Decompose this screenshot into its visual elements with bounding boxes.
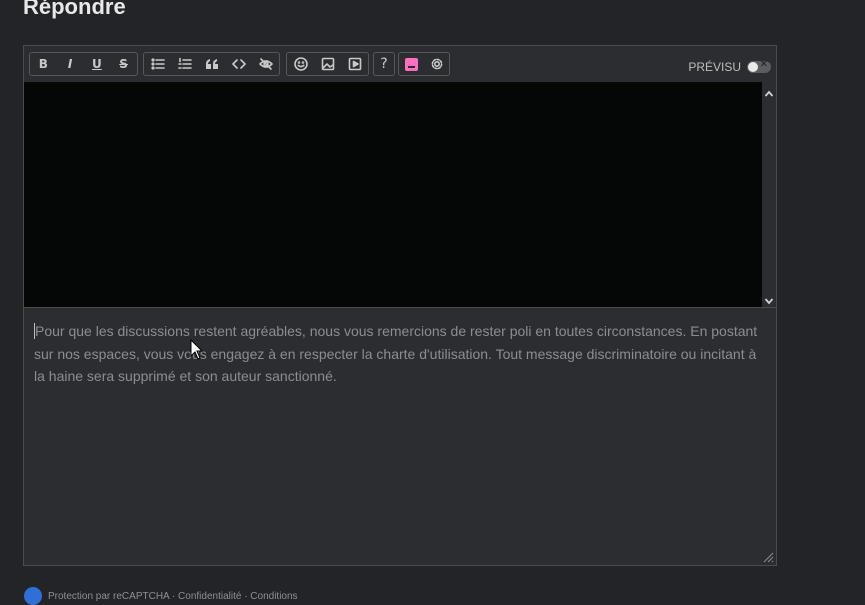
code-icon [231,59,246,69]
code-button[interactable] [225,53,252,75]
image-button[interactable] [314,53,341,75]
bold-icon: B [38,57,48,71]
image-icon [321,57,334,71]
gear-icon [431,58,442,70]
italic-icon: I [67,57,73,71]
smiley-icon [293,57,308,71]
preview-scrollbar[interactable] [762,82,776,307]
help-icon: ? [380,56,388,72]
theme-group [398,52,450,76]
reply-editor: B I U S ? PRÉVISU ✕ Pour que les discuss… [23,45,777,566]
ordered-list-icon [177,57,192,69]
chevron-up-icon[interactable] [764,86,774,97]
preview-label: PRÉVISU [688,60,741,74]
recaptcha-icon [24,587,42,605]
emoji-button[interactable] [287,53,314,75]
quote-icon [205,59,218,69]
settings-button[interactable] [424,53,449,75]
ordered-list-button[interactable] [171,53,198,75]
theme-pink-button[interactable] [399,53,424,75]
italic-button[interactable]: I [57,53,84,75]
help-button[interactable]: ? [374,53,394,75]
bold-button[interactable]: B [30,53,57,75]
recaptcha-note: Protection par reCAPTCHA · Confidentiali… [24,587,298,605]
bullet-list-icon [150,58,165,70]
pink-swatch-icon [405,57,418,71]
spoiler-button[interactable] [252,53,279,75]
preview-toggle-wrap: PRÉVISU ✕ [688,59,771,74]
editor-toolbar: B I U S ? PRÉVISU ✕ [24,46,776,82]
message-textarea[interactable]: Pour que les discussions restent agréabl… [24,308,776,565]
help-group: ? [373,52,395,76]
media-group [286,52,369,76]
preview-pane [24,82,762,307]
video-button[interactable] [341,53,368,75]
preview-toggle[interactable]: ✕ [747,59,771,73]
toggle-knob [748,62,758,72]
page-title: Répondre [23,0,126,19]
bullet-list-button[interactable] [144,53,171,75]
recaptcha-text: Protection par reCAPTCHA · Confidentiali… [48,590,298,602]
eye-off-icon [258,58,273,70]
mouse-pointer-icon [190,339,204,360]
resize-handle-icon[interactable] [762,551,774,563]
video-icon [348,57,361,71]
strikethrough-button[interactable]: S [110,53,137,75]
underline-button[interactable]: U [84,53,111,75]
quote-button[interactable] [198,53,225,75]
underline-icon: U [92,57,102,71]
message-placeholder: Pour que les discussions restent agréabl… [34,323,758,384]
chevron-down-icon[interactable] [764,293,774,305]
format-group: B I U S [29,52,138,76]
strikethrough-icon: S [119,57,128,71]
close-icon: ✕ [759,59,768,70]
blocks-group [143,52,280,76]
